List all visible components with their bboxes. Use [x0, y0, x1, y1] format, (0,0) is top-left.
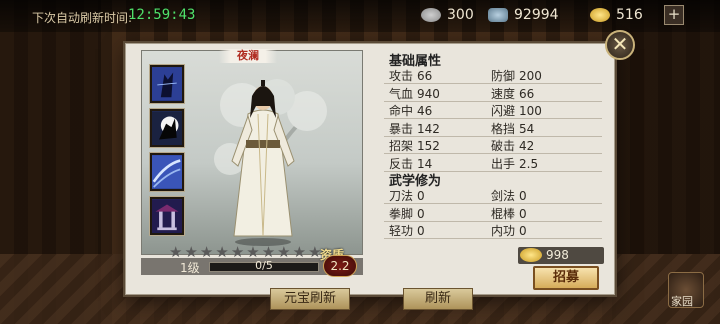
skill-slot-2[interactable]: [150, 109, 184, 147]
quality-value-badge: 2.2: [323, 255, 357, 277]
stat-value: 152: [417, 139, 440, 153]
ingot-resource: 92994: [488, 4, 559, 26]
basic-stat: 格挡 54: [491, 120, 534, 137]
stat-label: 暴击: [389, 121, 414, 136]
stat-value: 0: [519, 224, 527, 238]
basic-stat: 闪避 100: [491, 102, 542, 119]
stat-label: 出手: [491, 156, 516, 171]
stat-label: 攻击: [389, 69, 414, 83]
stat-value: 66: [417, 69, 433, 83]
ingot-amount: 92994: [514, 7, 559, 23]
basic-stat: 防御 200: [491, 67, 542, 84]
refresh-button[interactable]: 刷新: [403, 288, 473, 310]
basic-stat: 攻击 66: [389, 67, 432, 84]
stat-value: 42: [519, 139, 535, 153]
stat-label: 破击: [491, 139, 516, 153]
stat-label: 棍棒: [491, 206, 516, 221]
star-icon: ★: [246, 243, 260, 261]
silver-amount: 300: [447, 7, 474, 23]
stat-value: 66: [519, 86, 535, 101]
stat-value: 46: [417, 104, 433, 118]
star-icon: ★: [169, 243, 183, 261]
recruit-price: 998: [546, 248, 569, 262]
star-icon: ★: [230, 243, 245, 261]
martial-stat: 刀法 0: [389, 187, 425, 204]
basic-stat: 破击 42: [491, 137, 534, 154]
stat-value: 200: [519, 69, 542, 83]
martial-stat: 轻功 0: [389, 222, 425, 239]
recruit-button[interactable]: 招募: [533, 266, 599, 290]
stat-value: 54: [519, 121, 535, 136]
stat-value: 940: [417, 86, 440, 101]
gold-ingot-icon: [520, 248, 542, 262]
martial-stat: 拳脚 0: [389, 205, 425, 222]
basic-stat: 命中 46: [389, 102, 432, 119]
skill-slot-4[interactable]: [150, 197, 184, 235]
star-icon: ★: [261, 243, 276, 261]
exp-text: 0/5: [255, 259, 273, 272]
basic-stat: 速度 66: [491, 85, 534, 102]
stat-value: 100: [519, 104, 542, 118]
stat-label: 剑法: [491, 189, 516, 203]
refresh-timer: 12:59:43: [128, 7, 196, 23]
stat-value: 0: [417, 206, 425, 221]
stat-label: 命中: [389, 104, 414, 118]
wind-slash-skill-icon: [152, 155, 182, 189]
basic-stat: 招架 152: [389, 137, 440, 154]
stat-label: 防御: [491, 69, 516, 83]
skill-slot-1[interactable]: [150, 65, 184, 103]
stat-label: 刀法: [389, 189, 414, 203]
refresh-label: 下次自动刷新时间:: [32, 11, 133, 25]
add-currency-button[interactable]: +: [664, 5, 684, 25]
star-icon: ★: [215, 243, 229, 261]
gold-ingot-icon: [590, 8, 610, 22]
gold-amount: 516: [616, 7, 643, 23]
basic-stat: 气血 940: [389, 85, 440, 102]
martial-stat: 内功 0: [491, 222, 527, 239]
hero-level: 1级: [180, 261, 200, 275]
martial-stat: 棍棒 0: [491, 205, 527, 222]
basic-stat: 出手 2.5: [491, 155, 538, 172]
star-icon: ★: [277, 243, 291, 261]
stat-value: 142: [417, 121, 440, 136]
stat-label: 招架: [389, 139, 414, 153]
stat-value: 0: [519, 189, 527, 203]
skill-slot-3[interactable]: [150, 153, 184, 191]
star-icon: ★: [292, 243, 307, 261]
stat-value: 0: [519, 206, 527, 221]
stat-label: 反击: [389, 156, 414, 171]
silver-coin-icon: [421, 8, 441, 22]
stat-label: 气血: [389, 86, 414, 101]
home-label: 家园: [671, 295, 693, 308]
basic-stat: 暴击 142: [389, 120, 440, 137]
star-icon: ★: [184, 243, 198, 261]
stat-label: 速度: [491, 86, 516, 101]
sword-stance-skill-icon: [152, 67, 182, 101]
star-icon: ★: [199, 243, 214, 261]
stat-value: 2.5: [519, 156, 539, 171]
stat-label: 轻功: [389, 224, 414, 238]
stat-value: 14: [417, 156, 433, 171]
silver-resource: 300: [421, 4, 474, 26]
stat-label: 闪避: [491, 104, 516, 118]
hero-name: 夜澜: [219, 49, 277, 63]
martial-stat: 剑法 0: [491, 187, 527, 204]
stat-value: 0: [417, 189, 425, 203]
stat-label: 格挡: [491, 121, 516, 136]
pavilion-skill-icon: [152, 199, 182, 233]
yuanbao-refresh-button[interactable]: 元宝刷新: [270, 288, 350, 310]
stat-value: 0: [417, 224, 425, 238]
gold-resource: 516: [590, 4, 643, 26]
hero-portrait: [231, 80, 295, 246]
stat-label: 内功: [491, 224, 516, 238]
ingot-icon: [488, 8, 508, 22]
stat-label: 拳脚: [389, 206, 414, 221]
basic-stat: 反击 14: [389, 155, 432, 172]
close-icon[interactable]: ✕: [605, 30, 635, 60]
shadow-leap-skill-icon: [152, 111, 182, 145]
star-rating: ★ ★ ★ ★ ★ ★ ★ ★ ★ ★: [169, 245, 322, 260]
